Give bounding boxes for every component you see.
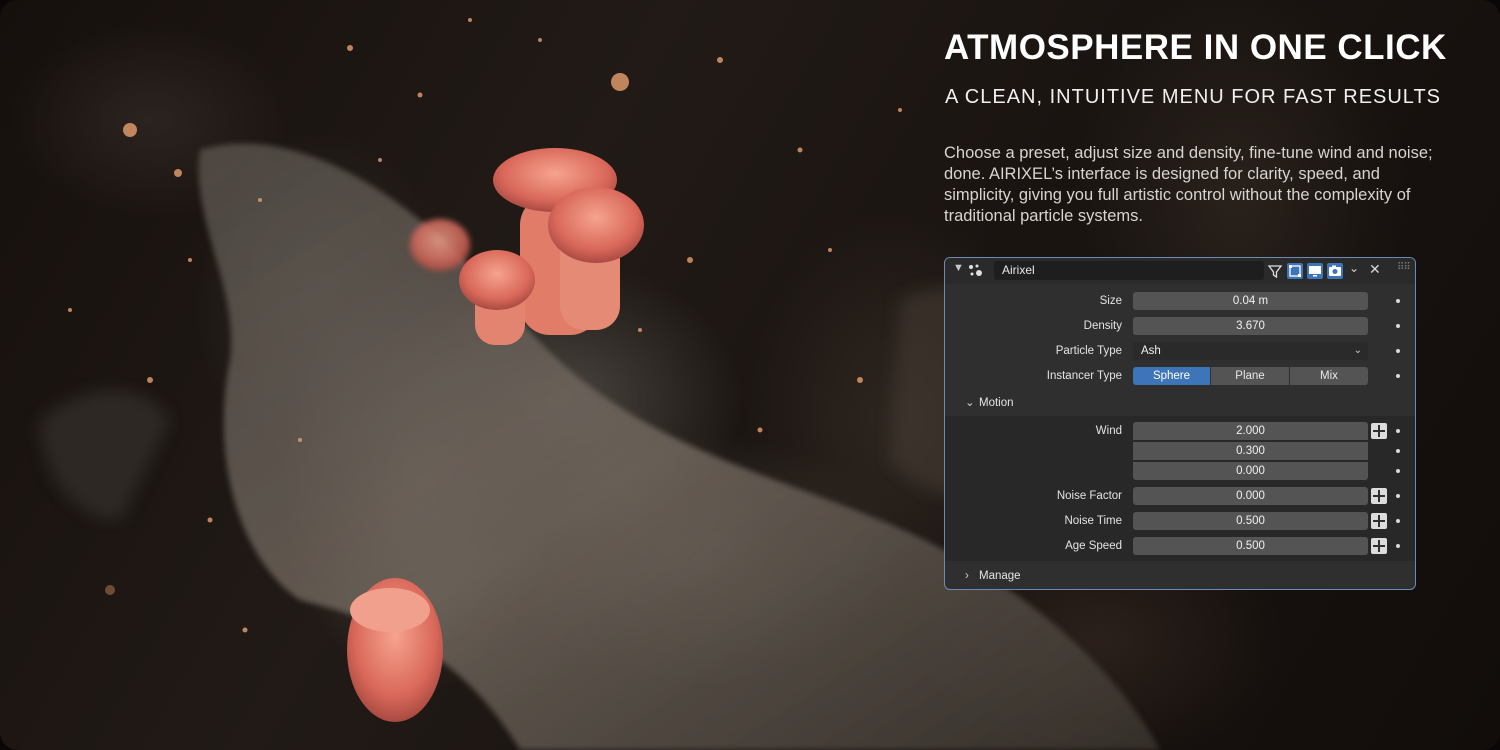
noise-factor-label: Noise Factor <box>1056 490 1122 502</box>
animate-dot-icon[interactable] <box>1396 324 1400 328</box>
render-camera-icon[interactable] <box>1327 263 1343 279</box>
hero-canvas: ATMOSPHERE IN ONE CLICK A CLEAN, INTUITI… <box>0 0 1500 750</box>
animate-dot-icon[interactable] <box>1396 429 1400 433</box>
motion-label: Motion <box>979 397 1014 409</box>
size-label: Size <box>1099 295 1122 307</box>
noise-time-label: Noise Time <box>1064 515 1122 527</box>
object-name-field[interactable]: Airixel <box>994 261 1264 280</box>
wind-z-field[interactable]: 0.000 <box>1133 462 1368 480</box>
keyframe-icon[interactable] <box>1371 538 1387 554</box>
subheadline: A CLEAN, INTUITIVE MENU FOR FAST RESULTS <box>945 86 1442 108</box>
close-icon[interactable]: ✕ <box>1369 261 1381 278</box>
age-speed-field[interactable]: 0.500 <box>1133 537 1368 555</box>
edit-mode-icon[interactable] <box>1287 263 1303 279</box>
headline: ATMOSPHERE IN ONE CLICK <box>944 28 1447 67</box>
chevron-down-icon: ⌄ <box>965 397 975 409</box>
panel-collapse-chevron-icon[interactable]: ▼ <box>953 262 964 274</box>
wind-label: Wind <box>1095 425 1122 437</box>
chevron-down-icon: ⌄ <box>1353 345 1362 356</box>
instancer-sphere-button[interactable]: Sphere <box>1133 367 1210 385</box>
instancer-plane-button[interactable]: Plane <box>1211 367 1289 385</box>
instancer-mix-button[interactable]: Mix <box>1290 367 1368 385</box>
keyframe-icon[interactable] <box>1371 488 1387 504</box>
filter-funnel-icon[interactable] <box>1267 263 1283 279</box>
animate-dot-icon[interactable] <box>1396 299 1400 303</box>
mushroom-cluster-bottom <box>347 578 443 722</box>
animate-dot-icon[interactable] <box>1396 449 1400 453</box>
keyframe-icon[interactable] <box>1371 513 1387 529</box>
noise-factor-field[interactable]: 0.000 <box>1133 487 1368 505</box>
density-field[interactable]: 3.670 <box>1133 317 1368 335</box>
animate-dot-icon[interactable] <box>1396 519 1400 523</box>
airixel-panel: ▼ Airixel ⌄ ✕ ⠿⠿ Size 0.04 m Density 3.6… <box>944 257 1416 590</box>
description-paragraph: Choose a preset, adjust size and density… <box>944 144 1433 225</box>
size-field[interactable]: 0.04 m <box>1133 292 1368 310</box>
age-speed-label: Age Speed <box>1065 540 1122 552</box>
particle-type-value: Ash <box>1141 345 1161 357</box>
keyframe-icon[interactable] <box>1371 423 1387 439</box>
animate-dot-icon[interactable] <box>1396 494 1400 498</box>
panel-header: ▼ Airixel ⌄ ✕ ⠿⠿ <box>945 258 1415 284</box>
particle-type-select[interactable]: Ash ⌄ <box>1133 342 1368 360</box>
instancer-type-label: Instancer Type <box>1046 370 1122 382</box>
animate-dot-icon[interactable] <box>1396 374 1400 378</box>
particle-type-label: Particle Type <box>1055 345 1122 357</box>
density-label: Density <box>1083 320 1122 332</box>
particles-icon <box>969 264 982 276</box>
wind-x-field[interactable]: 2.000 <box>1133 422 1368 440</box>
manage-label: Manage <box>979 570 1021 582</box>
motion-section-header[interactable]: ⌄ Motion <box>965 395 1014 409</box>
animate-dot-icon[interactable] <box>1396 469 1400 473</box>
wind-y-field[interactable]: 0.300 <box>1133 442 1368 460</box>
noise-time-field[interactable]: 0.500 <box>1133 512 1368 530</box>
drag-grip-icon[interactable]: ⠿⠿ <box>1397 262 1411 273</box>
manage-section-header[interactable]: › Manage <box>965 570 1021 582</box>
animate-dot-icon[interactable] <box>1396 544 1400 548</box>
dropdown-chevron-icon[interactable]: ⌄ <box>1349 261 1365 277</box>
chevron-right-icon: › <box>965 570 969 582</box>
viewport-display-icon[interactable] <box>1307 263 1323 279</box>
animate-dot-icon[interactable] <box>1396 349 1400 353</box>
